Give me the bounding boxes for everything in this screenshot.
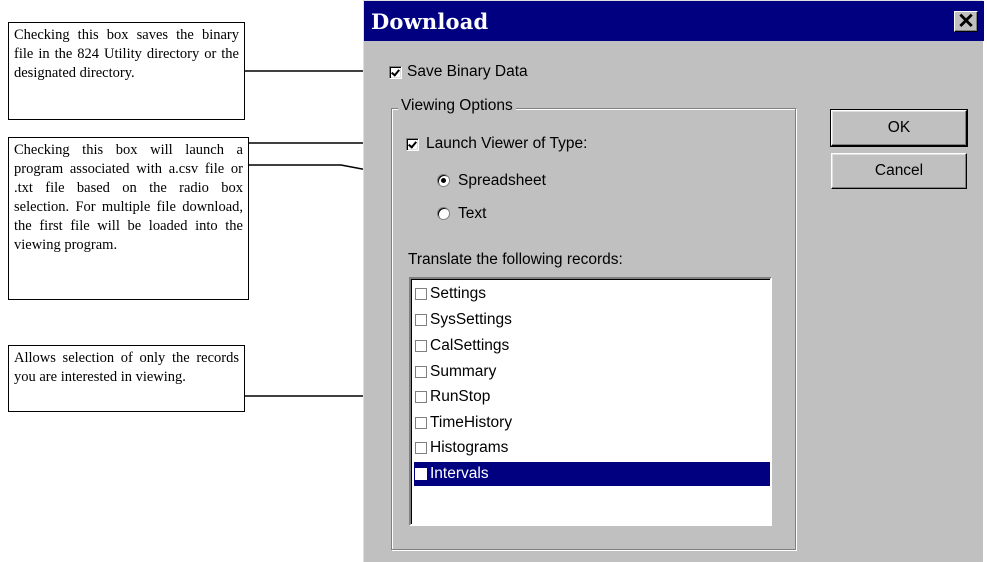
dialog-title: Download bbox=[371, 9, 489, 34]
record-checkbox[interactable] bbox=[415, 340, 427, 352]
viewing-options-legend: Viewing Options bbox=[398, 97, 516, 115]
spreadsheet-radio[interactable] bbox=[437, 174, 450, 187]
record-label: Settings bbox=[430, 285, 487, 302]
record-label: TimeHistory bbox=[430, 414, 513, 431]
ok-button[interactable]: OK bbox=[830, 109, 968, 147]
record-checkbox[interactable] bbox=[415, 417, 427, 429]
record-checkbox[interactable] bbox=[415, 442, 427, 454]
record-label: CalSettings bbox=[430, 337, 510, 354]
record-label: RunStop bbox=[430, 388, 491, 405]
save-binary-checkbox[interactable] bbox=[389, 66, 402, 79]
translate-records-label: Translate the following records: bbox=[408, 251, 623, 268]
record-checkbox[interactable] bbox=[415, 468, 427, 480]
list-item[interactable]: Settings bbox=[414, 282, 770, 306]
record-label: SysSettings bbox=[430, 311, 512, 328]
text-label[interactable]: Text bbox=[458, 205, 486, 223]
close-icon: ✕ bbox=[957, 10, 975, 33]
list-item[interactable]: CalSettings bbox=[414, 334, 770, 358]
list-item[interactable]: Summary bbox=[414, 360, 770, 384]
list-item[interactable]: Histograms bbox=[414, 436, 770, 460]
record-checkbox[interactable] bbox=[415, 366, 427, 378]
title-bar[interactable]: Download ✕ bbox=[364, 1, 984, 41]
records-listbox[interactable]: Settings SysSettings CalSettings Summary… bbox=[409, 277, 772, 526]
launch-viewer-label[interactable]: Launch Viewer of Type: bbox=[426, 135, 587, 153]
save-binary-label[interactable]: Save Binary Data bbox=[407, 63, 528, 81]
launch-viewer-checkbox[interactable] bbox=[406, 138, 419, 151]
record-label: Summary bbox=[430, 363, 497, 380]
record-checkbox[interactable] bbox=[415, 391, 427, 403]
record-checkbox[interactable] bbox=[415, 314, 427, 326]
download-dialog: Download ✕ Save Binary Data Viewing Opti… bbox=[363, 0, 984, 562]
record-label: Histograms bbox=[430, 439, 509, 456]
cancel-button[interactable]: Cancel bbox=[831, 153, 967, 189]
list-item-selected[interactable]: Intervals bbox=[414, 462, 770, 486]
record-label: Intervals bbox=[430, 465, 489, 482]
text-radio[interactable] bbox=[437, 207, 450, 220]
record-checkbox[interactable] bbox=[415, 288, 427, 300]
list-item[interactable]: TimeHistory bbox=[414, 411, 770, 435]
list-item[interactable]: RunStop bbox=[414, 385, 770, 409]
list-item[interactable]: SysSettings bbox=[414, 308, 770, 332]
close-button[interactable]: ✕ bbox=[954, 10, 978, 33]
spreadsheet-label[interactable]: Spreadsheet bbox=[458, 172, 546, 190]
